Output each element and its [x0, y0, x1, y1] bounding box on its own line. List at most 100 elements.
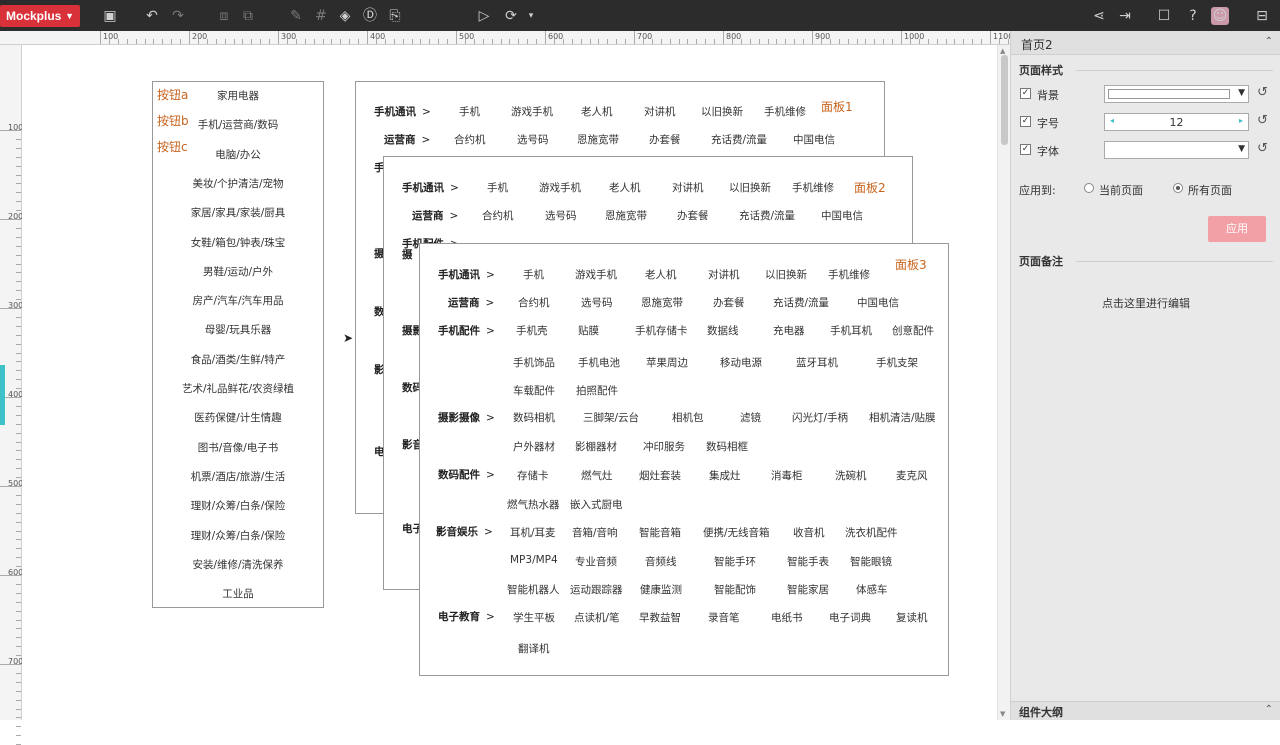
sync-icon[interactable]: ⟳ — [502, 7, 520, 25]
panel-item[interactable]: 手机 — [459, 104, 480, 119]
panel-item[interactable]: 智能手表 — [787, 554, 829, 569]
more-icon[interactable]: ⊟ — [1253, 7, 1271, 25]
chevron-down-icon[interactable]: ▼ — [1238, 88, 1245, 98]
play-icon[interactable]: ▷ — [475, 7, 493, 25]
panel-item[interactable]: 相机包 — [672, 410, 704, 425]
apply-button[interactable]: 应用 — [1208, 216, 1266, 242]
panel-item[interactable]: 游戏手机 — [511, 104, 553, 119]
panel-item[interactable]: 移动电源 — [720, 355, 762, 370]
panel-item[interactable]: 办套餐 — [677, 208, 709, 223]
font-size-value[interactable]: 12 — [1105, 116, 1248, 129]
format-painter-icon[interactable]: ✎ — [287, 7, 305, 25]
list-item[interactable]: 食品/酒类/生鲜/特产 — [153, 352, 323, 367]
scroll-thumb[interactable] — [1001, 55, 1008, 145]
panel-item[interactable]: 游戏手机 — [575, 267, 617, 282]
panel-item[interactable]: 手机维修 — [792, 180, 834, 195]
panel-item[interactable]: 手机耳机 — [830, 323, 872, 338]
panel-item[interactable]: 车载配件 — [513, 383, 555, 398]
panel-item[interactable]: 冲印服务 — [643, 439, 685, 454]
list-item[interactable]: 理财/众筹/白条/保险 — [153, 528, 323, 543]
font-size-checkbox[interactable]: ✓ — [1020, 116, 1031, 127]
panel-item[interactable]: 选号码 — [545, 208, 577, 223]
panel-item[interactable]: 手机维修 — [764, 104, 806, 119]
panel-item[interactable]: 对讲机 — [644, 104, 676, 119]
category-label[interactable]: 电子教育 > — [438, 609, 495, 624]
panel-item[interactable]: 收音机 — [793, 525, 825, 540]
sync-dropdown-icon[interactable]: ▾ — [522, 7, 540, 25]
grid-icon[interactable]: # — [312, 7, 330, 25]
window-icon[interactable]: ☐ — [1155, 7, 1173, 25]
list-item[interactable]: 手机/运营商/数码 — [153, 117, 323, 132]
panel-item[interactable]: 耳机/耳麦 — [510, 525, 556, 540]
panel-item[interactable]: 录音笔 — [708, 610, 740, 625]
list-item[interactable]: 女鞋/箱包/钟表/珠宝 — [153, 235, 323, 250]
panel-item[interactable]: 数码相框 — [706, 439, 748, 454]
bg-checkbox[interactable]: ✓ — [1020, 88, 1031, 99]
export-icon[interactable]: ⎘ — [386, 7, 404, 25]
panel-item[interactable]: 手机维修 — [828, 267, 870, 282]
panel-item[interactable]: 手机 — [523, 267, 544, 282]
category-label[interactable]: 运营商 > — [384, 132, 430, 147]
panel-item[interactable]: 体感车 — [856, 582, 888, 597]
panel-item[interactable]: 影棚器材 — [575, 439, 617, 454]
panel-item[interactable]: 合约机 — [518, 295, 550, 310]
panel-item[interactable]: 运动跟踪器 — [570, 582, 623, 597]
panel-item[interactable]: 早教益智 — [639, 610, 681, 625]
panel-item[interactable]: 健康监测 — [640, 582, 682, 597]
panel-item[interactable]: 中国电信 — [857, 295, 899, 310]
panel-item[interactable]: 专业音频 — [575, 554, 617, 569]
panel-item[interactable]: 智能眼镜 — [850, 554, 892, 569]
panel-item[interactable]: 燃气灶 — [581, 468, 613, 483]
radio-all-pages[interactable] — [1173, 183, 1183, 193]
category-label[interactable]: 数码配件 > — [438, 467, 495, 482]
panel-item[interactable]: 拍照配件 — [576, 383, 618, 398]
export-out-icon[interactable]: ⇥ — [1116, 7, 1134, 25]
reset-icon[interactable]: ↺ — [1257, 141, 1268, 156]
list-item[interactable]: 工业品 — [153, 586, 323, 601]
app-menu-button[interactable]: Mockplus ▼ — [0, 5, 80, 27]
list-item[interactable]: 医药保健/计生情趣 — [153, 410, 323, 425]
radio-all-label[interactable]: 所有页面 — [1188, 182, 1232, 198]
panel-item[interactable]: 老人机 — [609, 180, 641, 195]
panel-item[interactable]: 手机 — [487, 180, 508, 195]
list-item[interactable]: 艺术/礼品鲜花/农资绿植 — [153, 381, 323, 396]
radio-current-page[interactable] — [1084, 183, 1094, 193]
panel-item[interactable]: 智能家居 — [787, 582, 829, 597]
panel-item[interactable]: 手机电池 — [578, 355, 620, 370]
list-item[interactable]: 机票/酒店/旅游/生活 — [153, 469, 323, 484]
panel-item[interactable]: 老人机 — [645, 267, 677, 282]
panel-item[interactable]: 老人机 — [581, 104, 613, 119]
save-icon[interactable]: ▣ — [101, 7, 119, 25]
panel-item[interactable]: 合约机 — [454, 132, 486, 147]
panel-item[interactable]: 烟灶套装 — [639, 468, 681, 483]
panel-item[interactable]: 创意配件 — [892, 323, 934, 338]
font-family-select[interactable]: ▼ — [1104, 141, 1249, 159]
panel-item[interactable]: 消毒柜 — [771, 468, 803, 483]
list-item[interactable]: 安装/维修/清洗保养 — [153, 557, 323, 572]
category-label[interactable]: 手机通讯 > — [374, 104, 431, 119]
panel-item[interactable]: 充话费/流量 — [739, 208, 795, 223]
panel-item[interactable]: 对讲机 — [672, 180, 704, 195]
category-label[interactable]: 影音娱乐 > — [436, 524, 493, 539]
panel-item[interactable]: 音频线 — [645, 554, 677, 569]
list-item[interactable]: 家用电器 — [153, 88, 323, 103]
panel-item[interactable]: 合约机 — [482, 208, 514, 223]
panel-item[interactable]: 便携/无线音箱 — [703, 525, 770, 540]
undo-icon[interactable]: ↶ — [143, 7, 161, 25]
d-icon[interactable]: Ⓓ — [361, 7, 379, 25]
panel-item[interactable]: 选号码 — [581, 295, 613, 310]
panel-item[interactable]: 恩施宽带 — [577, 132, 619, 147]
panel-item[interactable]: 游戏手机 — [539, 180, 581, 195]
collapse-icon[interactable]: ⌃ — [1265, 36, 1273, 47]
bg-color-select[interactable]: ▼ — [1104, 85, 1249, 103]
panel-item[interactable]: 办套餐 — [649, 132, 681, 147]
panel-item[interactable]: 电纸书 — [771, 610, 803, 625]
panel-item[interactable]: 智能配饰 — [714, 582, 756, 597]
reset-icon[interactable]: ↺ — [1257, 85, 1268, 100]
chevron-down-icon[interactable]: ▼ — [1238, 144, 1245, 154]
expand-icon[interactable]: ⌃ — [1265, 704, 1273, 715]
group-icon[interactable]: ⧈ — [215, 7, 233, 25]
panel-item[interactable]: 办套餐 — [713, 295, 745, 310]
panel-item[interactable]: 手机存储卡 — [635, 323, 688, 338]
panel-item[interactable]: 贴膜 — [578, 323, 599, 338]
